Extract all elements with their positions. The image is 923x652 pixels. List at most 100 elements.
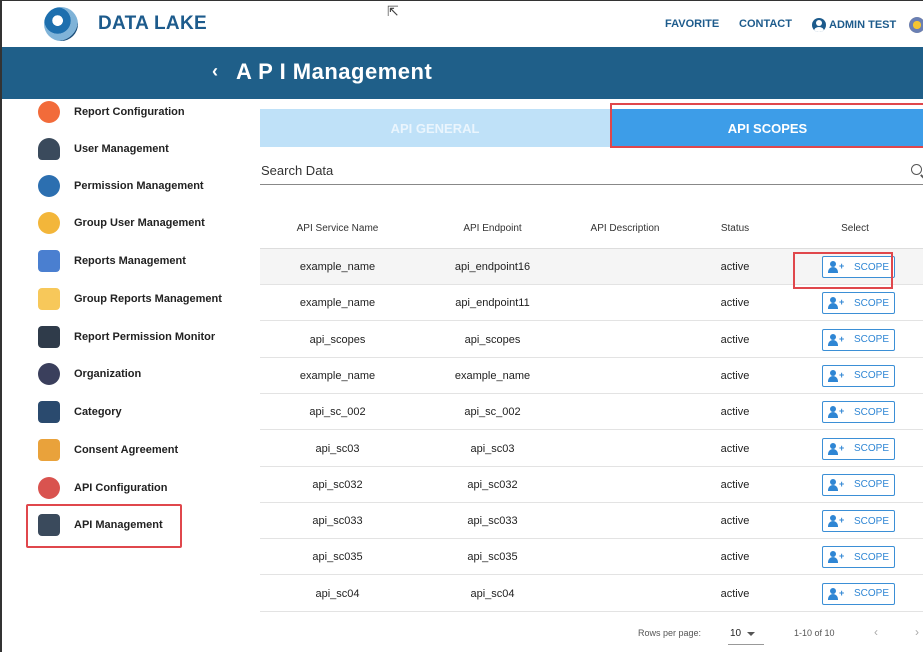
admin-user-label: ADMIN TEST bbox=[829, 19, 897, 31]
sidebar-item-report-configuration[interactable]: Report Configuration bbox=[38, 99, 185, 125]
brand-name[interactable]: DATA LAKE bbox=[98, 13, 207, 35]
rows-per-page-select[interactable]: 10 bbox=[730, 628, 756, 639]
api-service-name-cell: api_sc032 bbox=[312, 478, 363, 491]
api-endpoint-cell: api_sc04 bbox=[470, 587, 515, 600]
category-icon bbox=[38, 401, 60, 423]
table-header: API Service Name API Endpoint API Descri… bbox=[260, 211, 923, 249]
monitor-icon bbox=[38, 326, 60, 348]
add-user-icon: + bbox=[827, 587, 846, 600]
data-lake-logo-icon[interactable] bbox=[44, 7, 78, 41]
status-cell: active bbox=[720, 297, 750, 310]
add-user-icon: + bbox=[827, 551, 846, 564]
api-management-highlight-box bbox=[26, 504, 182, 548]
sidebar-item-label: Reports Management bbox=[74, 255, 186, 267]
page-title: A P I Management bbox=[236, 59, 433, 84]
api-endpoint-cell: api_sc03 bbox=[470, 442, 515, 455]
scope-button[interactable]: + SCOPE bbox=[822, 364, 895, 387]
status-cell: active bbox=[720, 333, 750, 346]
admin-user-menu[interactable]: ADMIN TEST bbox=[812, 18, 896, 32]
add-user-icon: + bbox=[827, 333, 846, 346]
search-icon[interactable] bbox=[911, 164, 922, 175]
plus-icon: + bbox=[838, 333, 845, 344]
plus-icon: + bbox=[838, 478, 845, 489]
scope-button-label: SCOPE bbox=[853, 588, 889, 600]
search-input[interactable] bbox=[261, 163, 861, 178]
report-configuration-icon bbox=[38, 101, 60, 123]
scope-button[interactable]: + SCOPE bbox=[822, 292, 895, 315]
sidebar-item-label: API Configuration bbox=[74, 482, 168, 494]
status-cell: active bbox=[720, 261, 750, 273]
table-row: api_scopes api_scopes active + SCOPE bbox=[260, 322, 923, 358]
nav-contact-link[interactable]: CONTACT bbox=[739, 18, 792, 30]
plus-icon: + bbox=[838, 369, 845, 380]
page-title-bar: ‹ A P I Management bbox=[2, 47, 923, 99]
scope-button[interactable]: + SCOPE bbox=[822, 401, 895, 424]
sidebar-item-group-user-management[interactable]: Group User Management bbox=[38, 210, 205, 236]
scope-button[interactable]: + SCOPE bbox=[822, 582, 895, 605]
status-cell: active bbox=[720, 369, 750, 382]
api-endpoint-cell: api_scopes bbox=[464, 333, 521, 346]
header-api-description[interactable]: API Description bbox=[565, 223, 685, 234]
header-api-service-name[interactable]: API Service Name bbox=[260, 223, 415, 234]
api-service-name-cell: api_sc04 bbox=[315, 587, 360, 600]
folder-icon bbox=[38, 288, 60, 310]
scope-button-label: SCOPE bbox=[853, 551, 889, 563]
scope-button-label: SCOPE bbox=[853, 370, 889, 382]
scope-button-label: SCOPE bbox=[853, 297, 889, 309]
chevron-down-icon bbox=[747, 631, 756, 636]
header-api-endpoint[interactable]: API Endpoint bbox=[420, 223, 565, 234]
settings-badge-icon[interactable] bbox=[909, 17, 923, 33]
header-select: Select bbox=[841, 223, 869, 234]
sidebar-item-report-permission-monitor[interactable]: Report Permission Monitor bbox=[38, 324, 215, 350]
sidebar-item-category[interactable]: Category bbox=[38, 399, 122, 425]
sidebar-item-api-configuration[interactable]: API Configuration bbox=[38, 475, 168, 501]
status-cell: active bbox=[720, 551, 750, 564]
sidebar-item-consent-agreement[interactable]: Consent Agreement bbox=[38, 437, 178, 463]
scope-button[interactable]: + SCOPE bbox=[822, 546, 895, 569]
search-bar bbox=[260, 161, 923, 185]
sidebar-item-user-management[interactable]: User Management bbox=[38, 136, 169, 162]
reports-management-icon bbox=[38, 250, 60, 272]
header-status[interactable]: Status bbox=[685, 223, 785, 234]
scope-button[interactable]: + SCOPE bbox=[822, 328, 895, 351]
rows-per-page-underline bbox=[728, 644, 764, 645]
add-user-icon: + bbox=[827, 406, 846, 419]
scope-button[interactable]: + SCOPE bbox=[822, 510, 895, 533]
plus-icon: + bbox=[838, 515, 845, 526]
sidebar-item-label: User Management bbox=[74, 143, 169, 155]
status-cell: active bbox=[720, 442, 750, 455]
table-row: api_sc035 api_sc035 active + SCOPE bbox=[260, 539, 923, 576]
api-service-name-cell: example_name bbox=[299, 297, 376, 310]
api-endpoint-cell: api_endpoint16 bbox=[454, 261, 531, 273]
scope-button-label: SCOPE bbox=[853, 334, 889, 346]
add-user-icon: + bbox=[827, 369, 846, 382]
api-service-name-cell: api_sc_002 bbox=[309, 406, 366, 419]
status-cell: active bbox=[720, 478, 750, 491]
user-management-icon bbox=[38, 138, 60, 160]
sidebar-item-reports-management[interactable]: Reports Management bbox=[38, 248, 186, 274]
scope-button-label: SCOPE bbox=[853, 515, 889, 527]
table-row: api_sc033 api_sc033 active + SCOPE bbox=[260, 503, 923, 540]
table-row: api_sc03 api_sc03 active + SCOPE bbox=[260, 431, 923, 467]
permission-management-icon bbox=[38, 175, 60, 197]
sidebar: Report Configuration User Management Per… bbox=[2, 99, 232, 652]
sidebar-item-permission-management[interactable]: Permission Management bbox=[38, 173, 204, 199]
nav-favorite-link[interactable]: FAVORITE bbox=[665, 18, 719, 30]
sidebar-item-label: Group User Management bbox=[74, 217, 205, 229]
plus-icon: + bbox=[838, 442, 845, 453]
scope-button-highlight-box bbox=[793, 252, 893, 289]
scope-button[interactable]: + SCOPE bbox=[822, 437, 895, 460]
pagination-range: 1-10 of 10 bbox=[794, 628, 835, 638]
next-page-button[interactable]: › bbox=[915, 625, 919, 639]
api-endpoint-cell: api_sc035 bbox=[467, 551, 518, 564]
previous-page-button[interactable]: ‹ bbox=[874, 625, 878, 639]
tab-api-general[interactable]: API GENERAL bbox=[260, 109, 610, 147]
back-chevron-icon[interactable]: ‹ bbox=[212, 61, 218, 82]
add-user-icon: + bbox=[827, 297, 846, 310]
consent-icon bbox=[38, 439, 60, 461]
mouse-cursor-icon: ⇱ bbox=[387, 3, 399, 19]
sidebar-item-organization[interactable]: Organization bbox=[38, 361, 141, 387]
user-account-icon bbox=[812, 18, 826, 32]
sidebar-item-group-reports-management[interactable]: Group Reports Management bbox=[38, 286, 222, 312]
scope-button[interactable]: + SCOPE bbox=[822, 473, 895, 496]
